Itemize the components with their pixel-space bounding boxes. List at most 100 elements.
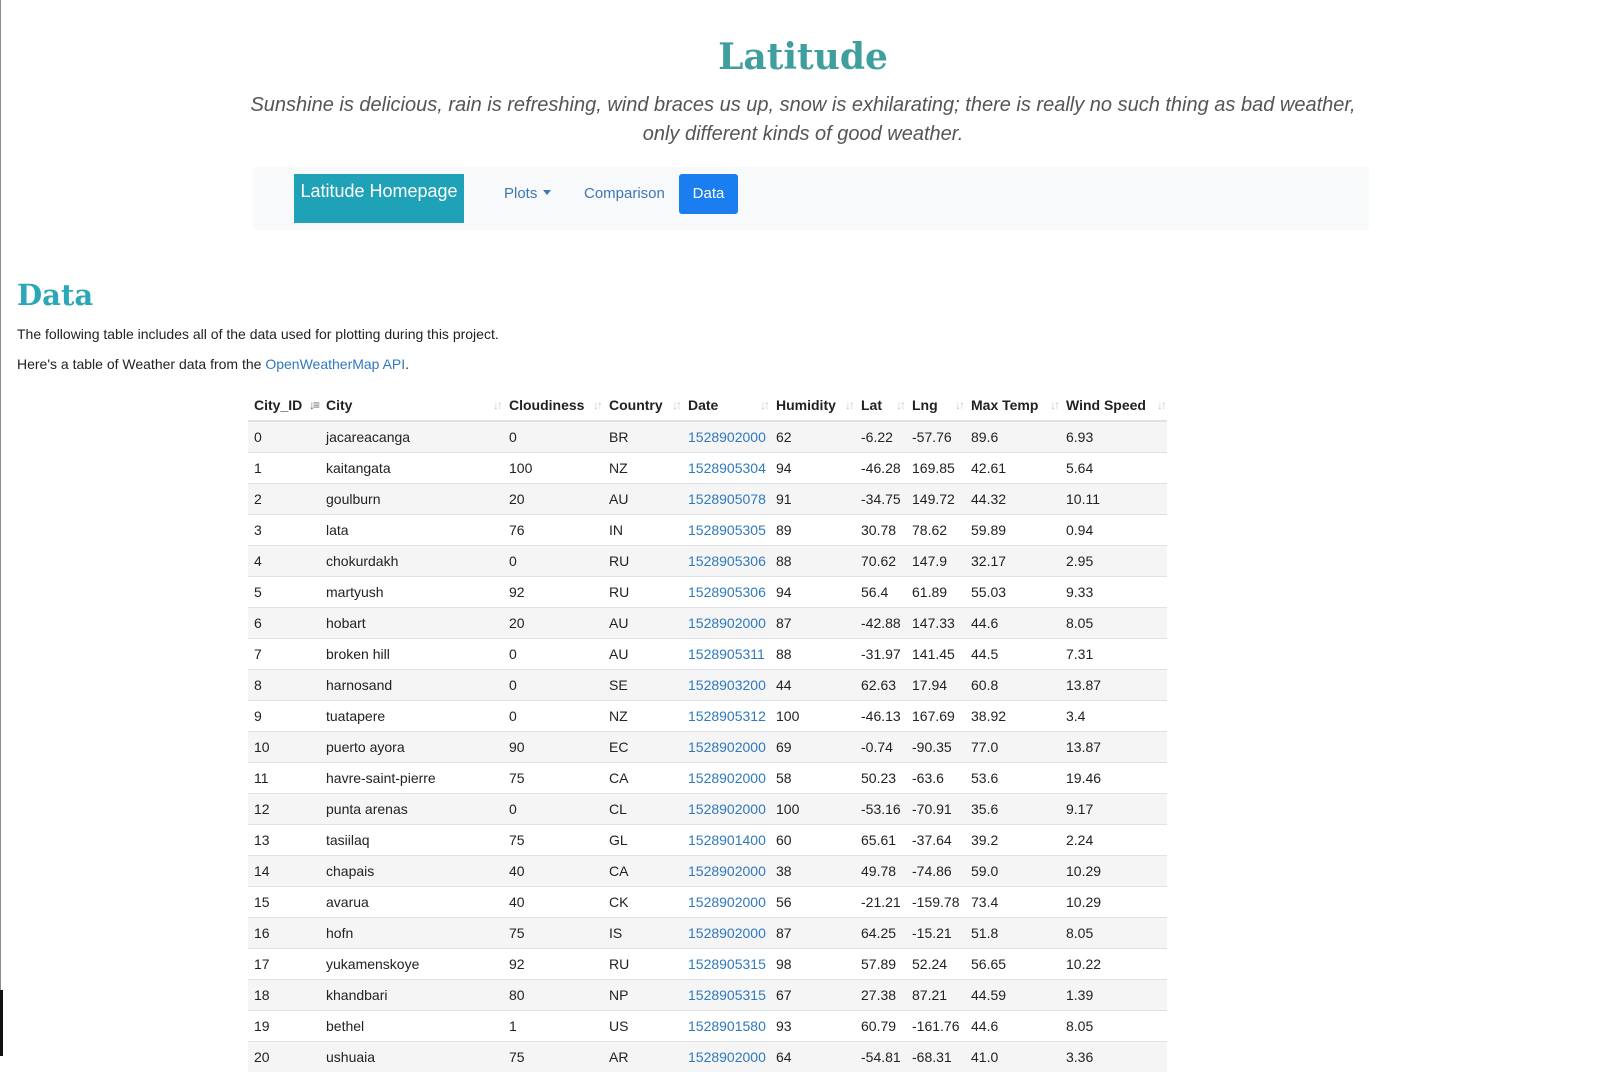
sort-icon[interactable]: ↓↑: [593, 398, 601, 412]
table-cell: broken hill: [320, 639, 503, 670]
table-cell: 60.79: [855, 1011, 906, 1042]
table-cell: yukamenskoye: [320, 949, 503, 980]
nav-comparison[interactable]: Comparison: [584, 174, 665, 214]
table-cell: 10.22: [1060, 949, 1167, 980]
nav-data[interactable]: Data: [679, 174, 738, 214]
table-cell: chokurdakh: [320, 546, 503, 577]
column-header-label: City_ID: [254, 397, 302, 413]
column-header-label: Lng: [912, 397, 938, 413]
column-header[interactable]: Humidity↓↑: [770, 389, 855, 421]
table-cell: 73.4: [965, 887, 1060, 918]
table-cell: ushuaia: [320, 1042, 503, 1072]
column-header-label: Country: [609, 397, 663, 413]
table-row: 13tasiilaq75GL15289014006065.61-37.6439.…: [248, 825, 1167, 856]
table-cell: 16: [248, 918, 320, 949]
table-cell: 56: [770, 887, 855, 918]
table-cell: -70.91: [906, 794, 965, 825]
section-heading: Data: [17, 278, 93, 312]
date-link[interactable]: 1528905315: [682, 980, 770, 1011]
column-header[interactable]: Lng ↓↑: [906, 389, 965, 421]
table-cell: 89: [770, 515, 855, 546]
column-header[interactable]: Wind Speed↓↑: [1060, 389, 1167, 421]
date-link[interactable]: 1528905315: [682, 949, 770, 980]
table-cell: martyush: [320, 577, 503, 608]
date-link[interactable]: 1528905306: [682, 577, 770, 608]
sort-icon[interactable]: ↓↑: [1157, 398, 1165, 412]
date-link[interactable]: 1528902000: [682, 794, 770, 825]
date-link[interactable]: 1528902000: [682, 918, 770, 949]
date-link[interactable]: 1528905306: [682, 546, 770, 577]
chevron-down-icon: [543, 190, 551, 195]
table-cell: -6.22: [855, 421, 906, 453]
sort-icon[interactable]: ↓↑: [896, 398, 904, 412]
column-header[interactable]: Date↓↑: [682, 389, 770, 421]
nav-plots-dropdown[interactable]: Plots: [504, 174, 551, 214]
date-link[interactable]: 1528905078: [682, 484, 770, 515]
date-link[interactable]: 1528905311: [682, 639, 770, 670]
date-link[interactable]: 1528905304: [682, 453, 770, 484]
date-link[interactable]: 1528901400: [682, 825, 770, 856]
table-cell: punta arenas: [320, 794, 503, 825]
table-cell: 62.63: [855, 670, 906, 701]
table-cell: AU: [603, 639, 682, 670]
sort-icon[interactable]: ↓↑: [760, 398, 768, 412]
table-cell: -90.35: [906, 732, 965, 763]
window-edge-dark: [0, 990, 3, 1056]
date-link[interactable]: 1528902000: [682, 1042, 770, 1072]
table-cell: 0: [503, 546, 603, 577]
table-cell: 75: [503, 918, 603, 949]
date-link[interactable]: 1528902000: [682, 763, 770, 794]
date-link[interactable]: 1528902000: [682, 421, 770, 453]
table-cell: -42.88: [855, 608, 906, 639]
sort-icon[interactable]: ↓↑: [493, 398, 501, 412]
table-cell: 78.62: [906, 515, 965, 546]
date-link[interactable]: 1528902000: [682, 887, 770, 918]
date-link[interactable]: 1528901580: [682, 1011, 770, 1042]
column-header[interactable]: City↓↑: [320, 389, 503, 421]
table-cell: 3: [248, 515, 320, 546]
source-paragraph: Here's a table of Weather data from the …: [17, 356, 409, 372]
sort-icon[interactable]: ↓↑: [845, 398, 853, 412]
table-cell: 40: [503, 887, 603, 918]
column-header[interactable]: Max Temp↓↑: [965, 389, 1060, 421]
column-header[interactable]: Country ↓↑: [603, 389, 682, 421]
table-cell: 94: [770, 453, 855, 484]
openweathermap-link[interactable]: OpenWeatherMap API: [265, 356, 405, 372]
table-cell: 65.61: [855, 825, 906, 856]
table-cell: hobart: [320, 608, 503, 639]
table-cell: 13: [248, 825, 320, 856]
column-header[interactable]: Lat↓↑: [855, 389, 906, 421]
table-cell: -68.31: [906, 1042, 965, 1072]
table-cell: 5: [248, 577, 320, 608]
table-cell: 93: [770, 1011, 855, 1042]
sort-icon[interactable]: ↓↑: [955, 398, 963, 412]
table-cell: 2.95: [1060, 546, 1167, 577]
column-header[interactable]: City_ID ↓≡: [248, 389, 320, 421]
table-cell: 70.62: [855, 546, 906, 577]
date-link[interactable]: 1528903200: [682, 670, 770, 701]
table-cell: khandbari: [320, 980, 503, 1011]
date-link[interactable]: 1528902000: [682, 856, 770, 887]
sort-icon[interactable]: ↓↑: [1050, 398, 1058, 412]
table-cell: 10.11: [1060, 484, 1167, 515]
table-cell: -15.21: [906, 918, 965, 949]
table-cell: 14: [248, 856, 320, 887]
table-cell: 0: [503, 639, 603, 670]
date-link[interactable]: 1528905312: [682, 701, 770, 732]
table-cell: 13.87: [1060, 732, 1167, 763]
table-cell: 3.36: [1060, 1042, 1167, 1072]
sort-ascending-icon[interactable]: ↓≡: [309, 398, 318, 412]
table-row: 16hofn75IS15289020008764.25-15.2151.88.0…: [248, 918, 1167, 949]
brand-link[interactable]: Latitude Homepage: [294, 174, 464, 223]
table-cell: 11: [248, 763, 320, 794]
date-link[interactable]: 1528902000: [682, 608, 770, 639]
sort-icon[interactable]: ↓↑: [672, 398, 680, 412]
date-link[interactable]: 1528902000: [682, 732, 770, 763]
table-cell: 8.05: [1060, 918, 1167, 949]
table-cell: -53.16: [855, 794, 906, 825]
table-row: 11havre-saint-pierre75CA15289020005850.2…: [248, 763, 1167, 794]
date-link[interactable]: 1528905305: [682, 515, 770, 546]
table-cell: 59.89: [965, 515, 1060, 546]
column-header[interactable]: Cloudiness↓↑: [503, 389, 603, 421]
table-row: 9tuatapere0NZ1528905312100-46.13167.6938…: [248, 701, 1167, 732]
